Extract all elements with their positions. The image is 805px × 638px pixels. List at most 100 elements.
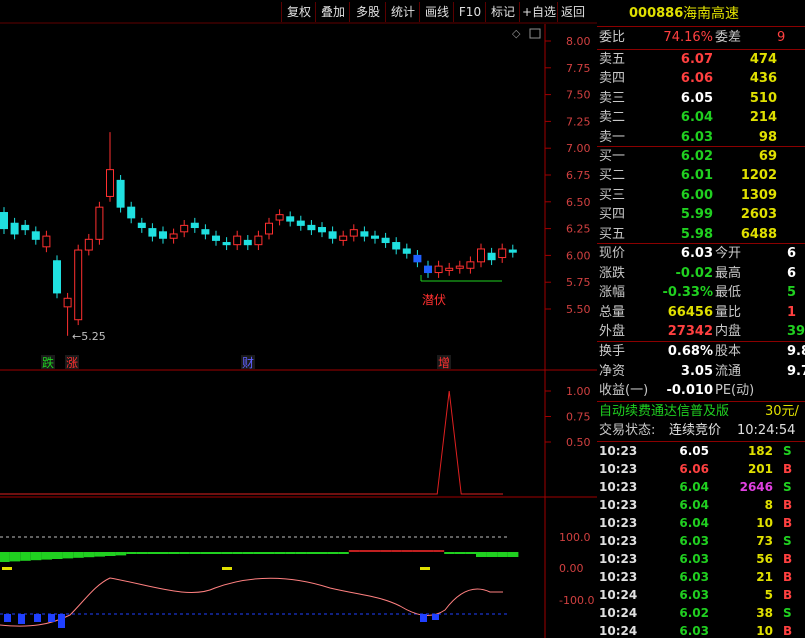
candle[interactable] bbox=[413, 254, 422, 263]
candle[interactable] bbox=[95, 206, 104, 240]
tick-row: 10:23 6.03 73 S bbox=[597, 532, 805, 550]
candle[interactable] bbox=[328, 231, 337, 239]
candle[interactable] bbox=[296, 220, 305, 226]
promo-row[interactable]: 自动续费通达信普及版 30元/ bbox=[597, 402, 805, 422]
candle[interactable] bbox=[265, 222, 273, 235]
candle[interactable] bbox=[53, 260, 61, 294]
ask-row[interactable]: 卖二 6.04 214 bbox=[597, 108, 805, 128]
tick-time: 10:23 bbox=[599, 498, 638, 512]
bid-row[interactable]: 买五 5.98 6488 bbox=[597, 225, 805, 245]
kline-chart[interactable]: 8.00 7.75 7.50 7.25 7.00 6.75 6.50 6.25 6.00 5.75… bbox=[0, 0, 597, 638]
level-volume: 474 bbox=[749, 52, 777, 67]
candle[interactable] bbox=[31, 231, 40, 240]
candle[interactable] bbox=[339, 235, 348, 241]
level-label: 卖一 bbox=[599, 129, 626, 145]
toolbar-button-5[interactable]: F10 bbox=[453, 2, 486, 22]
candle[interactable] bbox=[21, 224, 30, 231]
candle[interactable] bbox=[63, 297, 72, 308]
toolbar-button-4[interactable]: 画线 bbox=[419, 2, 454, 22]
field-label: 净资 bbox=[599, 363, 626, 379]
candle[interactable] bbox=[212, 235, 220, 241]
tick-volume: 10 bbox=[756, 624, 773, 638]
toolbar-button-0[interactable]: 复权 bbox=[281, 2, 316, 22]
level-price: 6.05 bbox=[680, 90, 713, 106]
candle[interactable] bbox=[381, 237, 390, 244]
event-marker[interactable]: 跌 bbox=[42, 355, 54, 370]
candle[interactable] bbox=[74, 249, 83, 321]
candle[interactable] bbox=[84, 238, 93, 251]
candle[interactable] bbox=[190, 222, 199, 229]
level-label: 卖三 bbox=[599, 90, 626, 106]
candle[interactable] bbox=[487, 252, 496, 261]
ask-row[interactable]: 卖一 6.03 98 bbox=[597, 128, 805, 148]
ask-row[interactable]: 卖五 6.07 474 bbox=[597, 50, 805, 70]
tick-price: 6.03 bbox=[679, 534, 709, 548]
event-marker[interactable]: 涨 bbox=[66, 355, 78, 370]
candle[interactable] bbox=[10, 222, 19, 235]
quote-row: 现价 6.03 今开 6 bbox=[597, 244, 805, 264]
level-label: 买一 bbox=[599, 149, 626, 164]
bid-row[interactable]: 买一 6.02 69 bbox=[597, 147, 805, 167]
event-marker[interactable]: 财 bbox=[242, 356, 254, 370]
candle[interactable] bbox=[402, 248, 411, 254]
toolbar-button-2[interactable]: 多股 bbox=[349, 2, 386, 22]
candle[interactable] bbox=[243, 239, 252, 246]
candle[interactable] bbox=[148, 228, 157, 237]
candle[interactable] bbox=[42, 235, 51, 248]
candle[interactable] bbox=[0, 212, 8, 230]
candle[interactable] bbox=[222, 242, 231, 246]
level-price: 6.06 bbox=[680, 71, 713, 87]
tick-price: 6.06 bbox=[679, 462, 709, 476]
promo-text[interactable]: 自动续费通达信普及版 bbox=[599, 402, 729, 422]
candle[interactable] bbox=[116, 179, 125, 208]
promo-price[interactable]: 30元/ bbox=[765, 402, 799, 422]
candle[interactable] bbox=[434, 265, 443, 274]
ask-row[interactable]: 卖三 6.05 510 bbox=[597, 89, 805, 109]
candle[interactable] bbox=[360, 231, 369, 237]
candle[interactable] bbox=[106, 169, 114, 197]
toolbar-button-1[interactable]: 叠加 bbox=[315, 2, 350, 22]
tick-time: 10:23 bbox=[599, 444, 638, 458]
candle[interactable] bbox=[477, 248, 485, 263]
candle[interactable] bbox=[424, 265, 432, 274]
candle[interactable] bbox=[159, 231, 167, 239]
candle[interactable] bbox=[286, 216, 295, 222]
tick-price: 6.05 bbox=[679, 444, 709, 458]
candle[interactable] bbox=[137, 222, 146, 229]
bid-row[interactable]: 买四 5.99 2603 bbox=[597, 205, 805, 225]
price-tick-label: 6.00 bbox=[566, 249, 591, 262]
toolbar-button-6[interactable]: 标记 bbox=[485, 2, 520, 22]
candle[interactable] bbox=[445, 267, 454, 271]
toolbar-button-8[interactable]: 返回 bbox=[557, 2, 588, 22]
toolbar-button-3[interactable]: 统计 bbox=[385, 2, 420, 22]
candle[interactable] bbox=[318, 227, 326, 233]
candle[interactable] bbox=[349, 229, 358, 237]
candle[interactable] bbox=[508, 249, 517, 253]
quote-row: 总量 66456 量比 1 bbox=[597, 303, 805, 323]
field-label: 最高 bbox=[715, 265, 742, 281]
ask-row[interactable]: 卖四 6.06 436 bbox=[597, 69, 805, 89]
candle[interactable] bbox=[307, 224, 316, 231]
candle[interactable] bbox=[392, 242, 401, 250]
bid-row[interactable]: 买三 6.00 1309 bbox=[597, 186, 805, 206]
candle[interactable] bbox=[127, 206, 136, 219]
field-value: -0.33% bbox=[662, 285, 714, 300]
event-marker[interactable]: 增 bbox=[438, 356, 450, 370]
candle[interactable] bbox=[254, 235, 263, 246]
window-icon[interactable] bbox=[529, 28, 541, 39]
candle[interactable] bbox=[371, 235, 379, 239]
candle[interactable] bbox=[180, 224, 189, 233]
candle[interactable] bbox=[233, 235, 242, 246]
stats-row: 净资 3.05流通 9.7 bbox=[597, 362, 805, 382]
field-value: 27342 bbox=[667, 324, 713, 339]
candle[interactable] bbox=[201, 229, 210, 235]
candle[interactable] bbox=[275, 214, 284, 221]
candle[interactable] bbox=[498, 248, 507, 259]
tick-time: 10:23 bbox=[599, 534, 638, 548]
bid-row[interactable]: 买二 6.01 1202 bbox=[597, 166, 805, 186]
candle[interactable] bbox=[169, 233, 178, 239]
toolbar-button-7[interactable]: +自选 bbox=[519, 2, 558, 22]
diamond-icon[interactable]: ◇ bbox=[512, 27, 521, 40]
candle[interactable] bbox=[466, 261, 475, 269]
candle[interactable] bbox=[455, 265, 464, 269]
